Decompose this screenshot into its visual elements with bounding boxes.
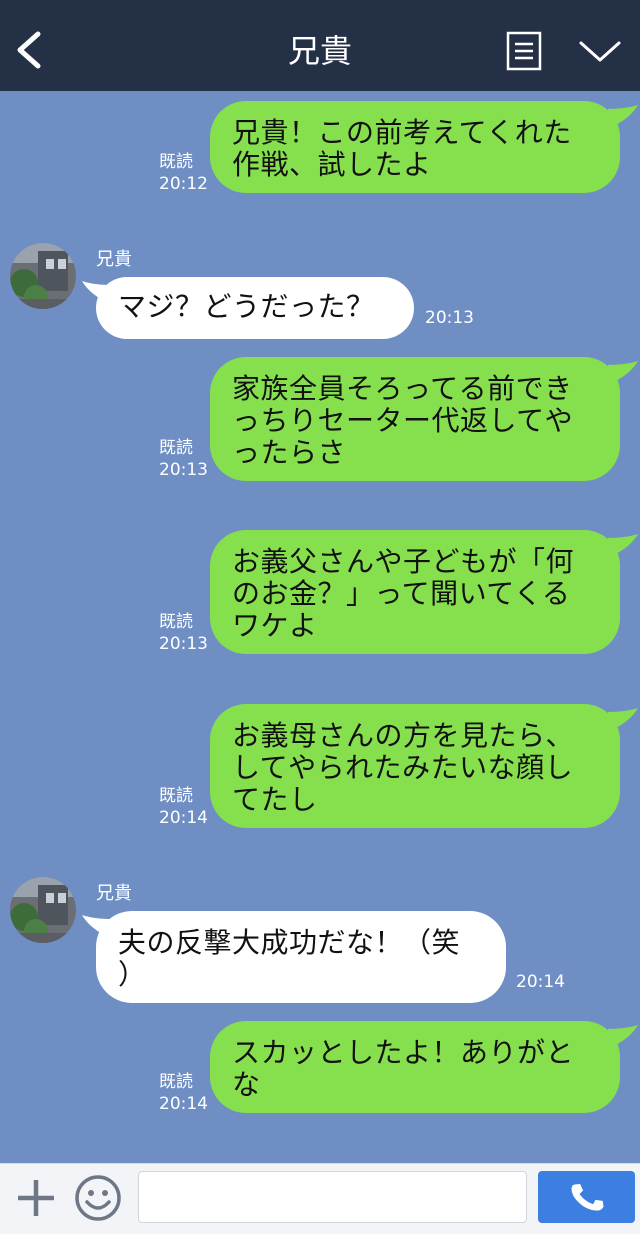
avatar-image: [10, 877, 76, 943]
sender-name: 兄貴: [96, 883, 132, 904]
message-meta: 既読 20:14: [159, 785, 208, 829]
message-bubble[interactable]: お義母さんの方を見たら、 してやられたみたいな顔し てたし: [210, 704, 620, 828]
read-label: 既読: [159, 612, 193, 632]
message-meta: 既読 20:13: [159, 437, 208, 481]
timestamp: 20:14: [516, 972, 565, 992]
avatar[interactable]: [10, 877, 76, 943]
bubble-tail: [608, 105, 638, 129]
bubble-tail: [608, 1025, 638, 1049]
message-line: のお金？」って聞いてくる: [232, 577, 571, 610]
message-line: ワケよ: [232, 609, 318, 642]
message-bubble[interactable]: スカッとしたよ！ありがと な: [210, 1021, 620, 1113]
message-bubble[interactable]: 夫の反撃大成功だな！（笑 ）: [96, 911, 506, 1003]
message-line: 夫の反撃大成功だな！（笑: [118, 926, 461, 959]
message-line: な: [232, 1068, 261, 1101]
menu-list-icon[interactable]: [506, 31, 542, 71]
message-meta: 既読 20:14: [159, 1071, 208, 1115]
message-line: 兄貴！この前考えてくれた: [232, 116, 572, 149]
read-label: 既読: [159, 1072, 193, 1092]
avatar-image: [10, 243, 76, 309]
bubble-tail: [608, 534, 638, 558]
bubble-tail: [608, 361, 638, 385]
call-button[interactable]: [538, 1171, 635, 1223]
message-bubble[interactable]: マジ？どうだった？: [96, 277, 414, 339]
message-meta: 既読 20:13: [159, 611, 208, 655]
chevron-down-icon[interactable]: [578, 38, 622, 66]
timestamp: 20:13: [159, 460, 208, 480]
message-line: っちりセーター代返してや: [232, 404, 574, 437]
read-label: 既読: [159, 152, 193, 172]
message-line: マジ？どうだった？: [118, 290, 375, 323]
message-meta: 既読 20:12: [159, 151, 208, 195]
timestamp: 20:13: [159, 634, 208, 654]
message-bubble[interactable]: お義父さんや子どもが「何 のお金？」って聞いてくる ワケよ: [210, 530, 620, 654]
message-input[interactable]: [138, 1171, 527, 1223]
input-bar: [0, 1163, 640, 1234]
message-line: お義母さんの方を見たら、: [232, 719, 575, 752]
timestamp: 20:12: [159, 174, 208, 194]
message-line: 家族全員そろってる前でき: [232, 372, 573, 405]
message-line: ったらさ: [232, 436, 347, 469]
message-line: スカッとしたよ！ありがと: [232, 1036, 575, 1069]
chat-area[interactable]: 兄貴！この前考えてくれた 作戦、試したよ 既読 20:12 兄貴 マジ？どうだっ…: [0, 91, 640, 1163]
message-line: 作戦、試したよ: [232, 148, 432, 181]
plus-icon[interactable]: [16, 1178, 56, 1218]
read-label: 既読: [159, 786, 193, 806]
smile-icon[interactable]: [74, 1174, 122, 1222]
chat-title: 兄貴: [287, 32, 352, 70]
bubble-tail: [608, 708, 638, 732]
message-bubble[interactable]: 兄貴！この前考えてくれた 作戦、試したよ: [210, 101, 620, 193]
message-line: てたし: [232, 783, 318, 816]
message-line: お義父さんや子どもが「何: [232, 545, 575, 578]
message-line: ）: [118, 958, 147, 991]
timestamp: 20:14: [159, 808, 208, 828]
avatar[interactable]: [10, 243, 76, 309]
read-label: 既読: [159, 438, 193, 458]
sender-name: 兄貴: [96, 249, 132, 270]
phone-icon: [571, 1183, 604, 1211]
timestamp: 20:14: [159, 1094, 208, 1114]
message-line: してやられたみたいな顔し: [232, 751, 574, 784]
timestamp: 20:13: [425, 308, 474, 328]
chat-header: 兄貴: [0, 0, 640, 91]
message-bubble[interactable]: 家族全員そろってる前でき っちりセーター代返してや ったらさ: [210, 357, 620, 481]
